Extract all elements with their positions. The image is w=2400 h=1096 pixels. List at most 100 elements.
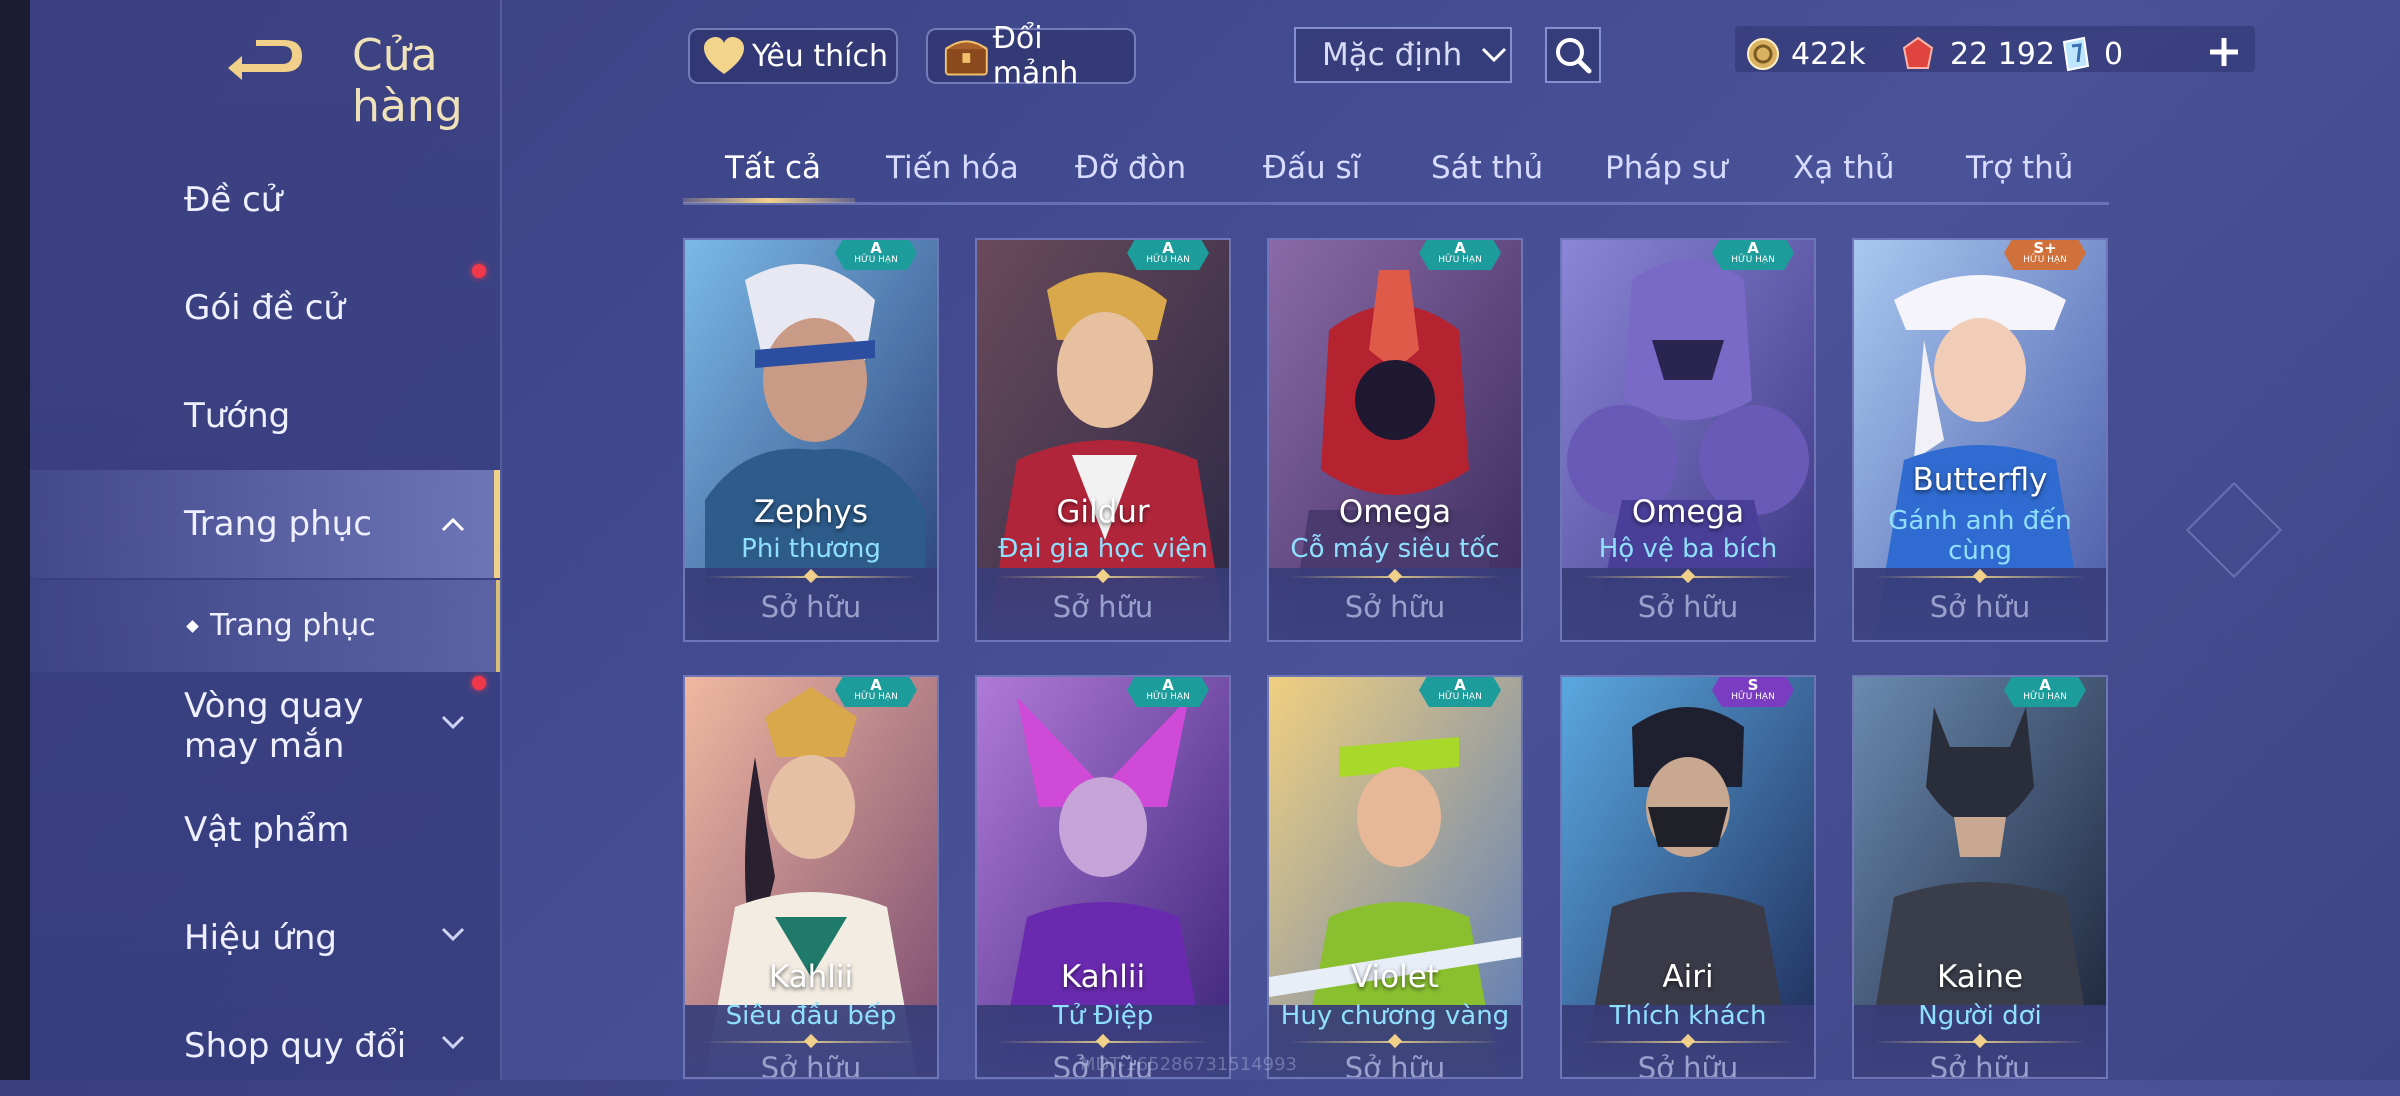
skin-card[interactable]: A HỮU HẠN Kahlii Tử Điệp Sở hữu (975, 675, 1231, 1079)
ownership-status: Sở hữu (760, 1051, 862, 1079)
chevron-down-icon (441, 715, 465, 730)
card-divider (997, 1041, 1209, 1043)
sidebar-item-label: Shop quy đổi (184, 1026, 407, 1066)
favorites-label: Yêu thích (752, 38, 888, 74)
skin-card[interactable]: A HỮU HẠN Zephys Phi thương Sở hữu (683, 238, 939, 642)
skin-card[interactable]: S+ HỮU HẠN Butterfly Gánh anh đến cùng Sở… (1852, 238, 2108, 642)
sidebar-item-label: Gói đề cử (184, 288, 345, 328)
tab-mage[interactable]: Pháp sư (1605, 150, 1728, 186)
sidebar-item-exchange-shop[interactable]: Shop quy đổi (30, 996, 500, 1096)
sidebar-item-label: Đề cử (184, 180, 283, 220)
back-arrow-icon[interactable] (220, 38, 310, 86)
red-gem-icon (1902, 36, 1934, 69)
sidebar-item-lucky-spin[interactable]: Vòng quay may mắn (30, 676, 500, 776)
skin-card[interactable]: S HỮU HẠN Airi Thích khách Sở hữu (1560, 675, 1816, 1079)
skin-name: Đại gia học viện (998, 534, 1208, 564)
rank-badge: A HỮU HẠN (1712, 240, 1794, 270)
sidebar-subitem-skins[interactable]: Trang phục (30, 580, 500, 672)
skin-name: Phi thương (741, 534, 881, 564)
gem-currency: 22 192 (1900, 30, 2055, 78)
skin-card[interactable]: A HỮU HẠN Omega Cỗ máy siêu tốc Sở hữu (1267, 238, 1523, 642)
gold-amount: 422k (1791, 36, 1866, 72)
rank-badge: A HỮU HẠN (1127, 240, 1209, 270)
skin-name: Cỗ máy siêu tốc (1290, 534, 1500, 564)
sidebar-item-items[interactable]: Vật phẩm (30, 780, 500, 880)
role-tabs: Tất cả Tiến hóa Đỡ đòn Đấu sĩ Sát thủ Ph… (683, 140, 2109, 205)
gem-amount: 22 192 (1950, 36, 2055, 72)
notification-dot (472, 264, 486, 278)
favorites-button[interactable]: Yêu thích (688, 28, 898, 84)
card-divider (997, 576, 1209, 578)
ownership-status: Sở hữu (1637, 590, 1739, 624)
card-divider (705, 576, 917, 578)
rank-badge: S+ HỮU HẠN (2004, 240, 2086, 270)
hero-name: Omega (1631, 494, 1745, 530)
card-divider (705, 1041, 917, 1043)
card-divider (1582, 1041, 1794, 1043)
sidebar-item-heroes[interactable]: Tướng (30, 366, 500, 466)
rank-badge: A HỮU HẠN (1127, 677, 1209, 707)
treasure-chest-icon (944, 40, 988, 76)
hero-name: Zephys (753, 494, 869, 530)
tab-tank[interactable]: Đỡ đòn (1075, 150, 1186, 186)
voucher-amount: 0 (2104, 36, 2124, 72)
sort-value: Mặc định (1322, 37, 1463, 73)
rank-badge: A HỮU HẠN (1419, 240, 1501, 270)
skin-name: Gánh anh đến cùng (1888, 506, 2072, 566)
skin-name: Hộ vệ ba bích (1598, 534, 1778, 564)
add-currency-plus-icon[interactable] (2198, 26, 2250, 78)
skin-card[interactable]: A HỮU HẠN Kaine Người dơi Sở hữu (1852, 675, 2108, 1079)
tab-marksman[interactable]: Xạ thủ (1793, 150, 1895, 186)
sidebar-item-label: Vật phẩm (184, 810, 350, 850)
sidebar-item-bundles[interactable]: Gói đề cử (30, 258, 500, 358)
sidebar-item-label: Tướng (184, 396, 291, 436)
tab-fighter[interactable]: Đấu sĩ (1263, 150, 1360, 186)
voucher-currency: 0 (2060, 30, 2123, 78)
search-icon (1556, 38, 1592, 74)
hero-name: Gildur (1056, 494, 1150, 530)
hero-name: Kaine (1936, 959, 2024, 995)
active-tab-indicator (683, 198, 855, 203)
tab-evolution[interactable]: Tiến hóa (886, 150, 1019, 186)
gold-currency: 422k (1745, 30, 1866, 78)
left-edge-strip (0, 0, 30, 1080)
tab-assassin[interactable]: Sát thủ (1431, 150, 1543, 186)
sidebar-item-recommended[interactable]: Đề cử (30, 150, 500, 250)
sidebar-item-label: Vòng quay may mắn (184, 686, 364, 766)
sidebar-item-skins[interactable]: Trang phục (30, 470, 500, 578)
hero-name: Butterfly (1912, 462, 2048, 498)
skin-name: Người dơi (1918, 1001, 2042, 1031)
voucher-icon (2062, 36, 2090, 72)
hero-name: Kahlii (1060, 959, 1146, 995)
sort-dropdown[interactable]: Mặc định (1294, 27, 1512, 83)
tab-all[interactable]: Tất cả (725, 150, 821, 186)
tab-support[interactable]: Trợ thủ (1966, 150, 2073, 186)
rank-badge: A HỮU HẠN (835, 677, 917, 707)
card-divider (1874, 576, 2086, 578)
hero-name: Kahlii (768, 959, 854, 995)
watermark-text: MDT-165286731514993 (1080, 1054, 1298, 1075)
skin-card[interactable]: A HỮU HẠN Kahlii Siêu đầu bếp Sở hữu (683, 675, 939, 1079)
skin-name: Tử Điệp (1052, 1001, 1154, 1031)
hero-name: Violet (1351, 959, 1439, 995)
chevron-down-icon (1482, 47, 1507, 63)
sidebar-subitem-label: Trang phục (210, 608, 376, 643)
card-divider (1289, 576, 1501, 578)
heart-icon (704, 37, 744, 74)
skin-card[interactable]: A HỮU HẠN Omega Hộ vệ ba bích Sở hữu (1560, 238, 1816, 642)
hero-name: Airi (1662, 959, 1714, 995)
ownership-status: Sở hữu (1929, 590, 2031, 624)
ownership-status: Sở hữu (1344, 1051, 1446, 1079)
sidebar-item-effects[interactable]: Hiệu ứng (30, 888, 500, 988)
decorative-diamond-icon (2185, 481, 2283, 579)
card-divider (1874, 1041, 2086, 1043)
sidebar-item-label: Trang phục (184, 504, 372, 544)
ownership-status: Sở hữu (760, 590, 862, 624)
exchange-fragments-button[interactable]: Đổi mảnh (926, 21, 1136, 91)
ownership-status: Sở hữu (1929, 1051, 2031, 1079)
search-button[interactable] (1545, 27, 1601, 83)
skin-card[interactable]: A HỮU HẠN Violet Huy chương vàng Sở hữu (1267, 675, 1523, 1079)
rank-badge: S HỮU HẠN (1712, 677, 1794, 707)
skin-card[interactable]: A HỮU HẠN Gildur Đại gia học viện Sở hữu (975, 238, 1231, 642)
exchange-fragments-label: Đổi mảnh (992, 21, 1079, 91)
